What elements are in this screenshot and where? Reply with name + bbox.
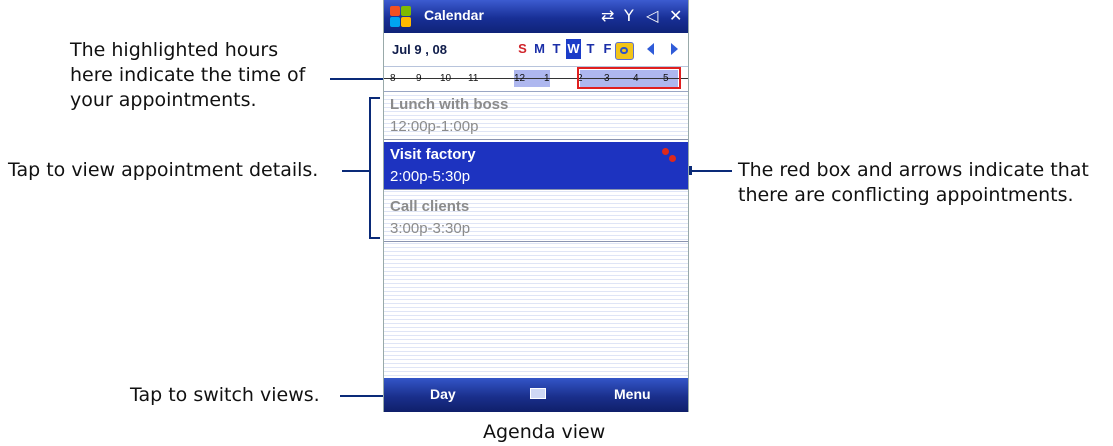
annotation-line: The highlighted hours — [70, 39, 279, 61]
hour-bar: 8 9 10 11 12 1 2 3 4 5 — [384, 67, 688, 92]
list-item[interactable]: Lunch with boss 12:00p-1:00p — [384, 92, 688, 140]
annotation-line: there are conflicting appointments. — [738, 184, 1074, 206]
close-icon[interactable]: ✕ — [669, 6, 682, 25]
annotation-tap-details: Tap to view appointment details. — [8, 159, 319, 181]
annotation-line: here indicate the time of — [70, 64, 306, 86]
hour-label: 10 — [440, 73, 452, 84]
prev-arrow-icon[interactable] — [647, 43, 654, 55]
phone-screen: Calendar ⇄ Y ◁ ✕ Jul 9 , 08 S M T W T F … — [383, 0, 689, 412]
app-title: Calendar — [424, 7, 484, 23]
next-arrow-icon[interactable] — [671, 43, 678, 55]
annotation-line: The red box and arrows indicate that — [738, 159, 1089, 181]
connector-conflict — [688, 170, 732, 172]
hour-label: 11 — [468, 73, 479, 84]
volume-icon[interactable]: ◁ — [646, 6, 658, 25]
annotation-conflict: The red box and arrows indicate that the… — [738, 158, 1089, 208]
hour-label: 1 — [544, 73, 550, 84]
appointment-title: Visit factory — [390, 146, 476, 163]
hour-label: 9 — [416, 73, 422, 84]
appointment-time: 2:00p-5:30p — [390, 168, 471, 185]
soft-key-bar: Day Menu — [384, 378, 688, 412]
menu-button[interactable]: Menu — [614, 386, 651, 402]
conflict-arrows-icon — [662, 148, 678, 164]
appointment-time: 12:00p-1:00p — [390, 118, 479, 135]
appointment-title: Lunch with boss — [390, 96, 509, 113]
keyboard-icon[interactable] — [530, 388, 546, 399]
list-item[interactable]: Visit factory 2:00p-5:30p — [384, 142, 688, 190]
annotation-line: your appointments. — [70, 89, 257, 111]
bracket-top — [369, 97, 380, 99]
appointment-time: 3:00p-3:30p — [390, 220, 471, 237]
agenda-list: Lunch with boss 12:00p-1:00p Visit facto… — [384, 92, 688, 376]
day-sunday[interactable]: S — [515, 39, 530, 59]
date-label[interactable]: Jul 9 , 08 — [392, 42, 447, 57]
list-item[interactable]: Call clients 3:00p-3:30p — [384, 194, 688, 242]
day-thursday[interactable]: T — [583, 39, 598, 59]
appointment-title: Call clients — [390, 198, 470, 215]
hour-label: 8 — [390, 73, 396, 84]
caption: Agenda view — [483, 421, 606, 443]
date-bar: Jul 9 , 08 S M T W T F S — [384, 34, 688, 67]
day-view-button[interactable]: Day — [430, 386, 456, 402]
bracket-appointments — [369, 97, 371, 239]
connectivity-icon[interactable]: ⇄ — [601, 6, 614, 25]
bracket-bottom — [369, 237, 380, 239]
windows-start-icon[interactable] — [390, 6, 412, 28]
annotation-highlighted-hours: The highlighted hours here indicate the … — [70, 38, 305, 113]
day-friday[interactable]: F — [600, 39, 615, 59]
signal-icon[interactable]: Y — [624, 6, 634, 25]
annotation-switch-views: Tap to switch views. — [130, 384, 320, 406]
title-bar: Calendar ⇄ Y ◁ ✕ — [384, 0, 688, 33]
day-wednesday[interactable]: W — [566, 39, 581, 59]
day-monday[interactable]: M — [532, 39, 547, 59]
conflict-box — [577, 67, 681, 89]
hour-label: 12 — [514, 73, 526, 84]
day-tuesday[interactable]: T — [549, 39, 564, 59]
today-icon[interactable] — [615, 42, 634, 60]
connector-tap-details — [342, 170, 369, 172]
